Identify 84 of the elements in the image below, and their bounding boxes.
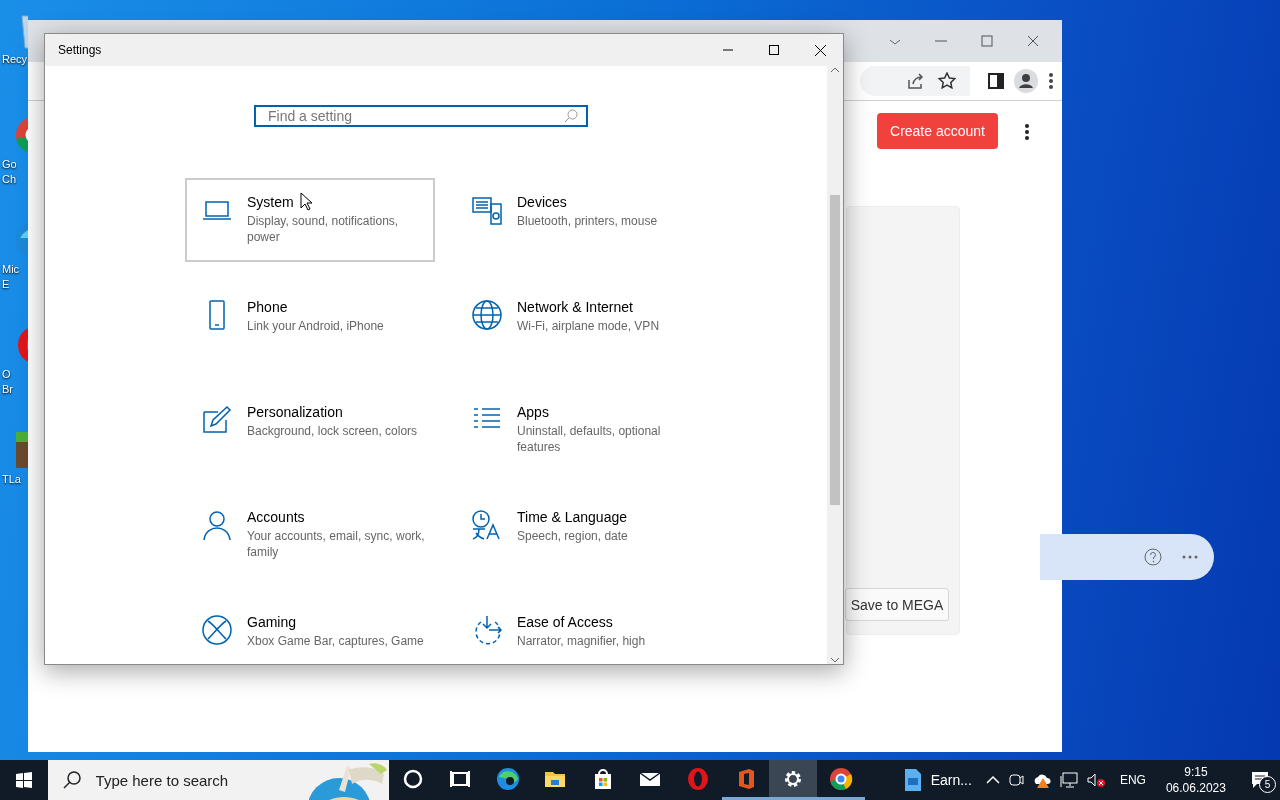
category-description: Display, sound, notifications, power — [247, 213, 400, 245]
category-description: Background, lock screen, colors — [247, 423, 418, 439]
xbox-icon — [201, 614, 233, 646]
category-description: Wi-Fi, airplane mode, VPN — [517, 318, 660, 334]
category-name: Apps — [517, 404, 549, 420]
category-name: System — [247, 194, 294, 210]
category-description: Bluetooth, printers, mouse — [517, 213, 658, 229]
chrome-icon — [828, 766, 853, 791]
search-icon — [564, 109, 578, 123]
notification-count: 5 — [1258, 776, 1276, 793]
taskbar-app-button[interactable] — [769, 760, 818, 800]
settings-category[interactable]: Time & Language Speech, region, date — [455, 493, 705, 577]
category-description: Narrator, magnifier, high — [517, 633, 646, 649]
paint-icon — [201, 404, 233, 436]
category-name: Devices — [517, 194, 567, 210]
settings-category[interactable]: Phone Link your Android, iPhone — [185, 283, 435, 367]
windows-logo-icon — [15, 772, 32, 788]
category-name: Personalization — [247, 404, 343, 420]
clock-language-icon — [471, 509, 503, 541]
taskbar-search-field[interactable]: Type here to search — [47, 760, 389, 800]
category-name: Ease of Access — [517, 614, 613, 630]
clock-time: 9:15 — [1184, 764, 1208, 780]
devices-icon — [471, 194, 503, 226]
show-hidden-icons-icon[interactable] — [985, 775, 1000, 785]
category-description: Your accounts, email, sync, work, family — [247, 528, 426, 560]
browser-icon — [495, 766, 520, 791]
settings-category[interactable]: Network & Internet Wi-Fi, airplane mode, VPN — [455, 283, 705, 367]
category-description: Uninstall, defaults, optional features — [517, 423, 662, 455]
settings-category[interactable]: Devices Bluetooth, printers, mouse — [455, 178, 705, 262]
desktop-icon-label: E — [1, 277, 10, 292]
share-icon[interactable] — [906, 72, 924, 90]
window-title: Settings — [58, 43, 103, 57]
save-to-mega-button[interactable]: Save to MEGA — [845, 588, 949, 621]
category-description: Xbox Game Bar, captures, Game — [247, 633, 424, 649]
desktop-icon-label: Br — [1, 382, 13, 397]
language-indicator[interactable]: ENG — [1119, 773, 1146, 787]
globe-icon — [471, 299, 503, 331]
desktop-icon-label: TLa — [1, 472, 21, 487]
desktop-icon-label: Mic — [1, 262, 20, 277]
settings-category[interactable]: Personalization Background, lock screen, colors — [185, 388, 435, 472]
category-name: Gaming — [247, 614, 297, 630]
category-description: Link your Android, iPhone — [247, 318, 384, 334]
document-icon — [902, 768, 923, 792]
side-panel-icon[interactable] — [988, 73, 1004, 89]
more-icon[interactable] — [1048, 72, 1054, 90]
help-icon[interactable] — [1144, 548, 1162, 566]
close-icon[interactable] — [814, 44, 826, 56]
camera-icon[interactable] — [1007, 772, 1024, 788]
address-bar[interactable] — [860, 66, 970, 96]
settings-category[interactable]: System Display, sound, notifications, power — [185, 178, 435, 262]
clock-date: 06.06.2023 — [1165, 780, 1226, 796]
scroll-down-icon[interactable] — [830, 656, 840, 664]
create-account-button[interactable]: Create account — [877, 113, 998, 149]
mouse-pointer-icon — [300, 192, 312, 211]
category-name: Network & Internet — [517, 299, 633, 315]
volume-muted-icon[interactable] — [1085, 772, 1106, 788]
category-name: Accounts — [247, 509, 305, 525]
search-field[interactable]: Find a setting — [254, 105, 588, 127]
desktop-icon-label: Recy — [1, 52, 28, 67]
search-input[interactable]: Type here to search — [93, 770, 288, 790]
clock[interactable]: 9:15 06.06.2023 — [1165, 764, 1226, 796]
opera-icon — [686, 766, 711, 791]
search-input[interactable]: Find a setting — [266, 107, 564, 125]
person-icon — [201, 509, 233, 541]
maximize-icon[interactable] — [769, 45, 779, 55]
settings-category[interactable]: Apps Uninstall, defaults, optional features — [455, 388, 705, 472]
category-description: Speech, region, date — [517, 528, 628, 544]
category-name: Time & Language — [517, 509, 627, 525]
desktop-icon-label: Ch — [1, 172, 17, 187]
taskbar-window-button[interactable]: Earn... — [894, 760, 980, 800]
scrollbar-thumb[interactable] — [830, 195, 840, 505]
desktop-icon-label: O — [1, 367, 11, 382]
scroll-up-icon[interactable] — [830, 66, 840, 74]
more-icon[interactable] — [1024, 123, 1030, 141]
desktop-icon-label: Go — [1, 157, 17, 172]
profile-icon[interactable] — [1014, 69, 1038, 93]
settings-category[interactable]: Ease of Access Narrator, magnifier, high — [455, 598, 705, 664]
scrollbar[interactable] — [827, 66, 843, 664]
network-icon[interactable] — [1059, 772, 1078, 788]
category-name: Phone — [247, 299, 288, 315]
settings-category[interactable]: Gaming Xbox Game Bar, captures, Game — [185, 598, 435, 664]
settings-category[interactable]: Accounts Your accounts, email, sync, work, family — [185, 493, 435, 577]
star-icon[interactable] — [938, 72, 956, 90]
search-icon — [61, 770, 82, 790]
